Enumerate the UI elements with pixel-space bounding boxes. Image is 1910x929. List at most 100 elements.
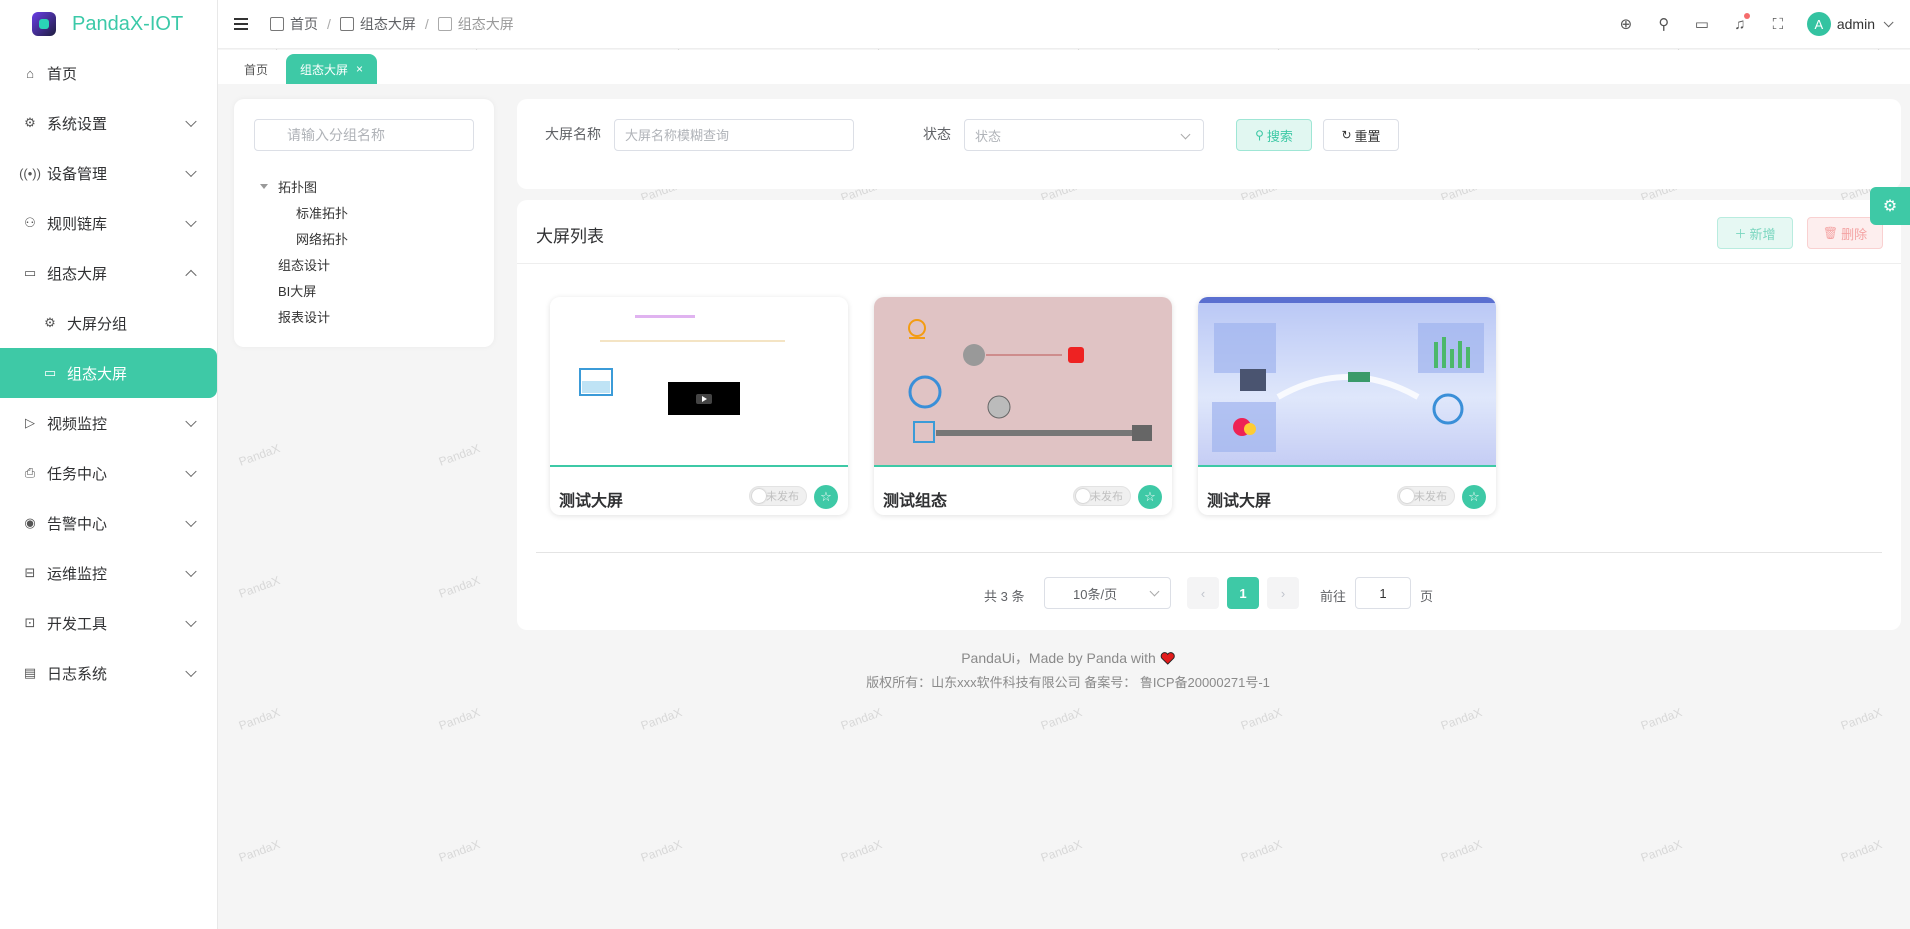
- bell-icon[interactable]: ♫: [1731, 13, 1750, 33]
- user-name[interactable]: admin: [1837, 16, 1875, 32]
- tree-node-bi-screen[interactable]: BI大屏: [260, 277, 348, 303]
- sidebar-item-alarms[interactable]: ◉ 告警中心: [0, 498, 217, 548]
- tree-node-config-design[interactable]: 组态设计: [260, 251, 348, 277]
- breadcrumb: 首页 / 组态大屏 / 组态大屏: [270, 14, 514, 34]
- sidebar-item-system-settings[interactable]: ⚙ 系统设置: [0, 98, 217, 148]
- page-size-value: 10条/页: [1073, 586, 1118, 602]
- language-icon[interactable]: ⊕: [1617, 15, 1635, 33]
- publish-toggle[interactable]: 未发布: [749, 486, 807, 506]
- chevron-down-icon[interactable]: [1883, 16, 1894, 27]
- star-icon[interactable]: ☆: [814, 485, 838, 509]
- star-icon[interactable]: ☆: [1462, 485, 1486, 509]
- sidebar-item-label: 设备管理: [47, 165, 108, 183]
- pagination-total: 共 3 条: [984, 589, 1025, 604]
- alarm-icon: ◉: [24, 515, 36, 530]
- menu-toggle-icon[interactable]: [234, 18, 248, 30]
- search-button[interactable]: ⚲ 搜索: [1236, 119, 1312, 151]
- document-icon: ▤: [23, 665, 37, 680]
- tree-node-report-design[interactable]: 报表设计: [260, 303, 348, 329]
- prev-page-button[interactable]: ‹: [1187, 577, 1219, 609]
- search-form: 大屏名称 状态 状态 ⚲ 搜索 ↻ 重置: [517, 99, 1901, 189]
- screen-card[interactable]: 测试大屏 未发布 ☆: [1198, 297, 1496, 515]
- star-icon[interactable]: ☆: [1138, 485, 1162, 509]
- card-title: 测试大屏: [1207, 493, 1272, 510]
- tab-visual-screen[interactable]: 组态大屏 ×: [286, 54, 378, 84]
- caret-down-icon[interactable]: [260, 183, 268, 189]
- sidebar-item-label: 组态大屏: [47, 265, 108, 283]
- tree-node-label: 标准拓扑: [296, 205, 349, 221]
- sidebar-item-home[interactable]: ⌂ 首页: [0, 48, 217, 98]
- watermark-text: PandaX: [436, 441, 482, 469]
- watermark-text: PandaX: [638, 837, 684, 865]
- next-page-button[interactable]: ›: [1267, 577, 1299, 609]
- sidebar-item-tasks[interactable]: ⎙ 任务中心: [0, 448, 217, 498]
- publish-status-label: 未发布: [1414, 491, 1447, 503]
- sidebar-item-visual-screen[interactable]: ▭ 组态大屏: [0, 248, 217, 298]
- group-tree-panel: 拓扑图 标准拓扑 网络拓扑 组态设计 BI大屏 报表设计: [234, 99, 494, 347]
- sidebar-item-rule-chain[interactable]: ⚇ 规则链库: [0, 198, 217, 248]
- app-name: PandaX-IOT: [72, 12, 184, 35]
- breadcrumb-item-home[interactable]: 首页: [270, 14, 318, 34]
- card-title: 测试大屏: [559, 493, 624, 510]
- settings-gear-icon[interactable]: ⚙: [1870, 187, 1910, 225]
- flow-icon: ⚇: [24, 215, 36, 230]
- screen-name-input[interactable]: [614, 119, 854, 151]
- status-select[interactable]: 状态: [964, 119, 1204, 151]
- add-button[interactable]: ＋ 新增: [1717, 217, 1793, 249]
- logo[interactable]: PandaX-IOT: [0, 0, 217, 48]
- watermark-text: PandaX: [1238, 705, 1284, 733]
- watermark-text: PandaX: [1638, 837, 1684, 865]
- tree-node-topology[interactable]: 拓扑图: [260, 173, 348, 199]
- footer-credit: PandaUi，Made by Panda with: [961, 648, 1175, 668]
- tree-node-network-topology[interactable]: 网络拓扑: [260, 225, 348, 251]
- screen-card[interactable]: 测试组态 未发布 ☆: [874, 297, 1172, 515]
- watermark-text: PandaX: [1438, 705, 1484, 733]
- add-button-label: 新增: [1749, 226, 1776, 242]
- divider: [517, 263, 1901, 264]
- fullscreen-icon[interactable]: ⛶: [1769, 15, 1787, 33]
- tab-home[interactable]: 首页: [230, 54, 282, 84]
- search-icon[interactable]: ⚲: [1655, 15, 1673, 33]
- screen-thumbnail[interactable]: [1198, 297, 1496, 467]
- group-search-input[interactable]: [254, 119, 474, 151]
- breadcrumb-item-visual-screen[interactable]: 组态大屏: [339, 14, 416, 34]
- watermark-text: PandaX: [236, 705, 282, 733]
- sidebar-item-device-management[interactable]: ((•)) 设备管理: [0, 148, 217, 198]
- sidebar-item-logs[interactable]: ▤ 日志系统: [0, 648, 217, 698]
- reset-button[interactable]: ↻ 重置: [1323, 119, 1399, 151]
- watermark-text: PandaX: [236, 441, 282, 469]
- sidebar-item-visual-screen-active[interactable]: ▭ 组态大屏: [0, 348, 217, 398]
- goto-page-input[interactable]: 1: [1355, 577, 1411, 609]
- tab-label: 组态大屏: [300, 62, 349, 77]
- breadcrumb-label: 组态大屏: [457, 16, 514, 32]
- goto-label: 前往: [1320, 589, 1347, 604]
- briefcase-icon: ⊟: [24, 565, 36, 580]
- tree-node-standard-topology[interactable]: 标准拓扑: [260, 199, 348, 225]
- broadcast-icon: ((•)): [19, 165, 41, 181]
- avatar[interactable]: A: [1806, 12, 1831, 36]
- publish-toggle[interactable]: 未发布: [1073, 486, 1131, 506]
- page-suffix: 页: [1420, 589, 1434, 604]
- sidebar-item-label: 大屏分组: [67, 315, 128, 333]
- screen-thumbnail[interactable]: [874, 297, 1172, 467]
- close-icon[interactable]: ×: [356, 62, 363, 76]
- sidebar-item-dev-tools[interactable]: ⊡ 开发工具: [0, 598, 217, 648]
- sidebar-item-screen-group[interactable]: ⚙ 大屏分组: [0, 298, 217, 348]
- sidebar-item-label: 规则链库: [47, 215, 108, 233]
- divider: [536, 552, 1882, 553]
- page-size-select[interactable]: 10条/页: [1044, 577, 1171, 609]
- screen-thumbnail[interactable]: [550, 297, 848, 467]
- sidebar-item-video[interactable]: ▷ 视频监控: [0, 398, 217, 448]
- code-icon: ⊡: [24, 615, 36, 630]
- chevron-down-icon: [1149, 586, 1160, 597]
- sidebar-item-ops-monitor[interactable]: ⊟ 运维监控: [0, 548, 217, 598]
- monitor-icon[interactable]: ▭: [1693, 15, 1711, 33]
- monitor-icon: ▭: [43, 365, 57, 380]
- screen-card[interactable]: 测试大屏 未发布 ☆: [550, 297, 848, 515]
- chevron-down-icon: [185, 215, 197, 228]
- sidebar-item-label: 视频监控: [47, 415, 108, 433]
- header-actions: ⊕ ⚲ ▭ ♫ ⛶ A admin: [1617, 0, 1910, 48]
- page-number-button[interactable]: 1: [1227, 577, 1259, 609]
- watermark-text: PandaX: [1438, 837, 1484, 865]
- publish-toggle[interactable]: 未发布: [1397, 486, 1455, 506]
